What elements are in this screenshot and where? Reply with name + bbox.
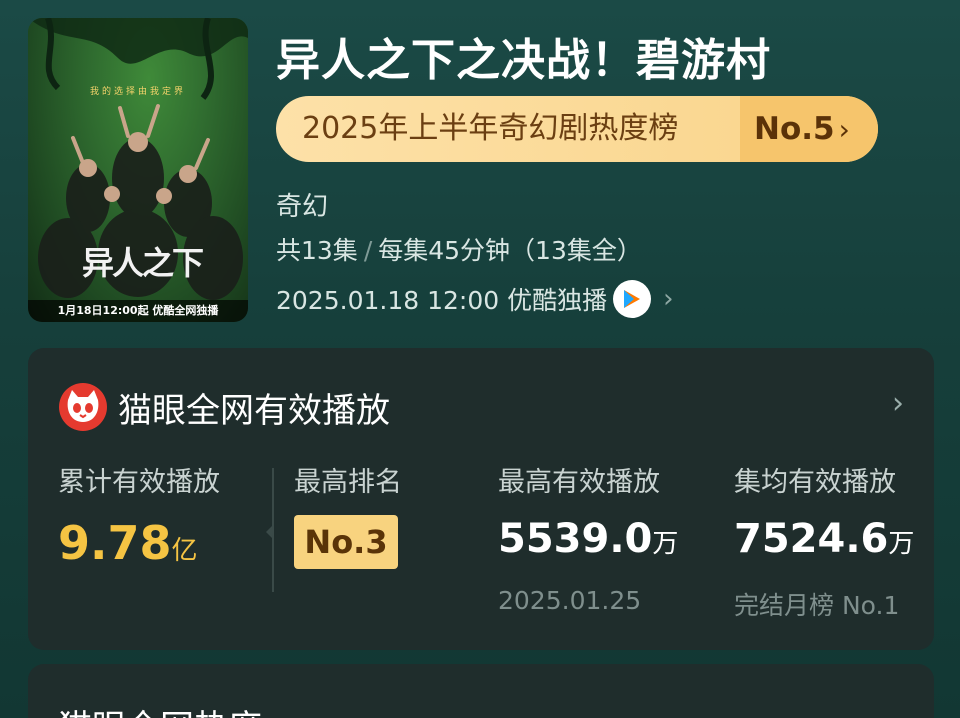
peak-plays-unit: 万	[652, 529, 679, 559]
ranking-value: No.5	[754, 111, 835, 147]
chevron-right-icon: ›	[663, 284, 674, 314]
ranking-pill[interactable]: 2025年上半年奇幻剧热度榜 No.5 ›	[276, 96, 878, 162]
peak-plays-date: 2025.01.25	[498, 586, 642, 615]
poster-release-banner: 1月18日12:00起 优酷全网独播	[28, 300, 248, 322]
genre-label: 奇幻	[276, 192, 329, 222]
avg-plays-value: 7524.6	[734, 516, 889, 562]
episode-count: 共13集	[276, 236, 358, 265]
chevron-right-icon[interactable]: ›	[892, 386, 904, 421]
card-header: 猫眼全网有效播放	[58, 382, 390, 432]
avg-plays-note: 完结月榜 No.1	[734, 591, 900, 620]
total-plays-unit: 亿	[171, 536, 198, 566]
avg-plays-unit: 万	[888, 529, 915, 559]
total-plays-value: 9.78	[58, 516, 172, 570]
chevron-right-icon: ›	[838, 113, 850, 146]
poster-logo: 异人之下	[82, 244, 204, 282]
episode-info: 共13集 / 每集45分钟（13集全）	[276, 231, 642, 267]
ranking-label: 2025年上半年奇幻剧热度榜	[302, 111, 679, 146]
poster-tagline: 我的选择由我定界	[89, 87, 186, 97]
best-rank-badge: No.3	[294, 515, 398, 569]
peak-plays-value: 5539.0	[498, 516, 653, 562]
ranking-value-box: No.5 ›	[740, 96, 878, 162]
maoyan-cat-icon	[59, 383, 107, 431]
maoyan-playback-card[interactable]: 猫眼全网有效播放 › 累计有效播放 9.78亿 最高排名 No.3 最高有效播放…	[28, 348, 934, 650]
episode-duration: 每集45分钟（13集全）	[378, 236, 642, 265]
card-title: 猫眼全网热度	[58, 700, 262, 718]
divider-notch	[266, 524, 274, 540]
peak-plays-value-wrap: 5539.0万	[498, 516, 678, 562]
youku-icon	[613, 280, 652, 318]
total-plays-label: 累计有效播放	[58, 467, 220, 498]
card-title: 猫眼全网有效播放	[118, 390, 390, 431]
avg-plays-value-wrap: 7524.6万	[734, 516, 914, 562]
best-rank-label: 最高排名	[294, 467, 402, 498]
peak-plays-label: 最高有效播放	[498, 467, 660, 498]
release-row[interactable]: 2025.01.18 12:00 优酷独播 ›	[276, 280, 674, 318]
maoyan-heat-card[interactable]: 猫眼全网热度	[28, 664, 934, 718]
separator: /	[363, 236, 373, 265]
release-info: 2025.01.18 12:00 优酷独播	[276, 286, 608, 315]
total-plays-value-wrap: 9.78亿	[58, 516, 198, 570]
avg-plays-label: 集均有效播放	[734, 467, 896, 498]
show-poster[interactable]: 我的选择由我定界 异人之下 1月18日12:00起 优酷全网独播	[28, 18, 248, 322]
show-title: 异人之下之决战！碧游村	[276, 35, 771, 86]
